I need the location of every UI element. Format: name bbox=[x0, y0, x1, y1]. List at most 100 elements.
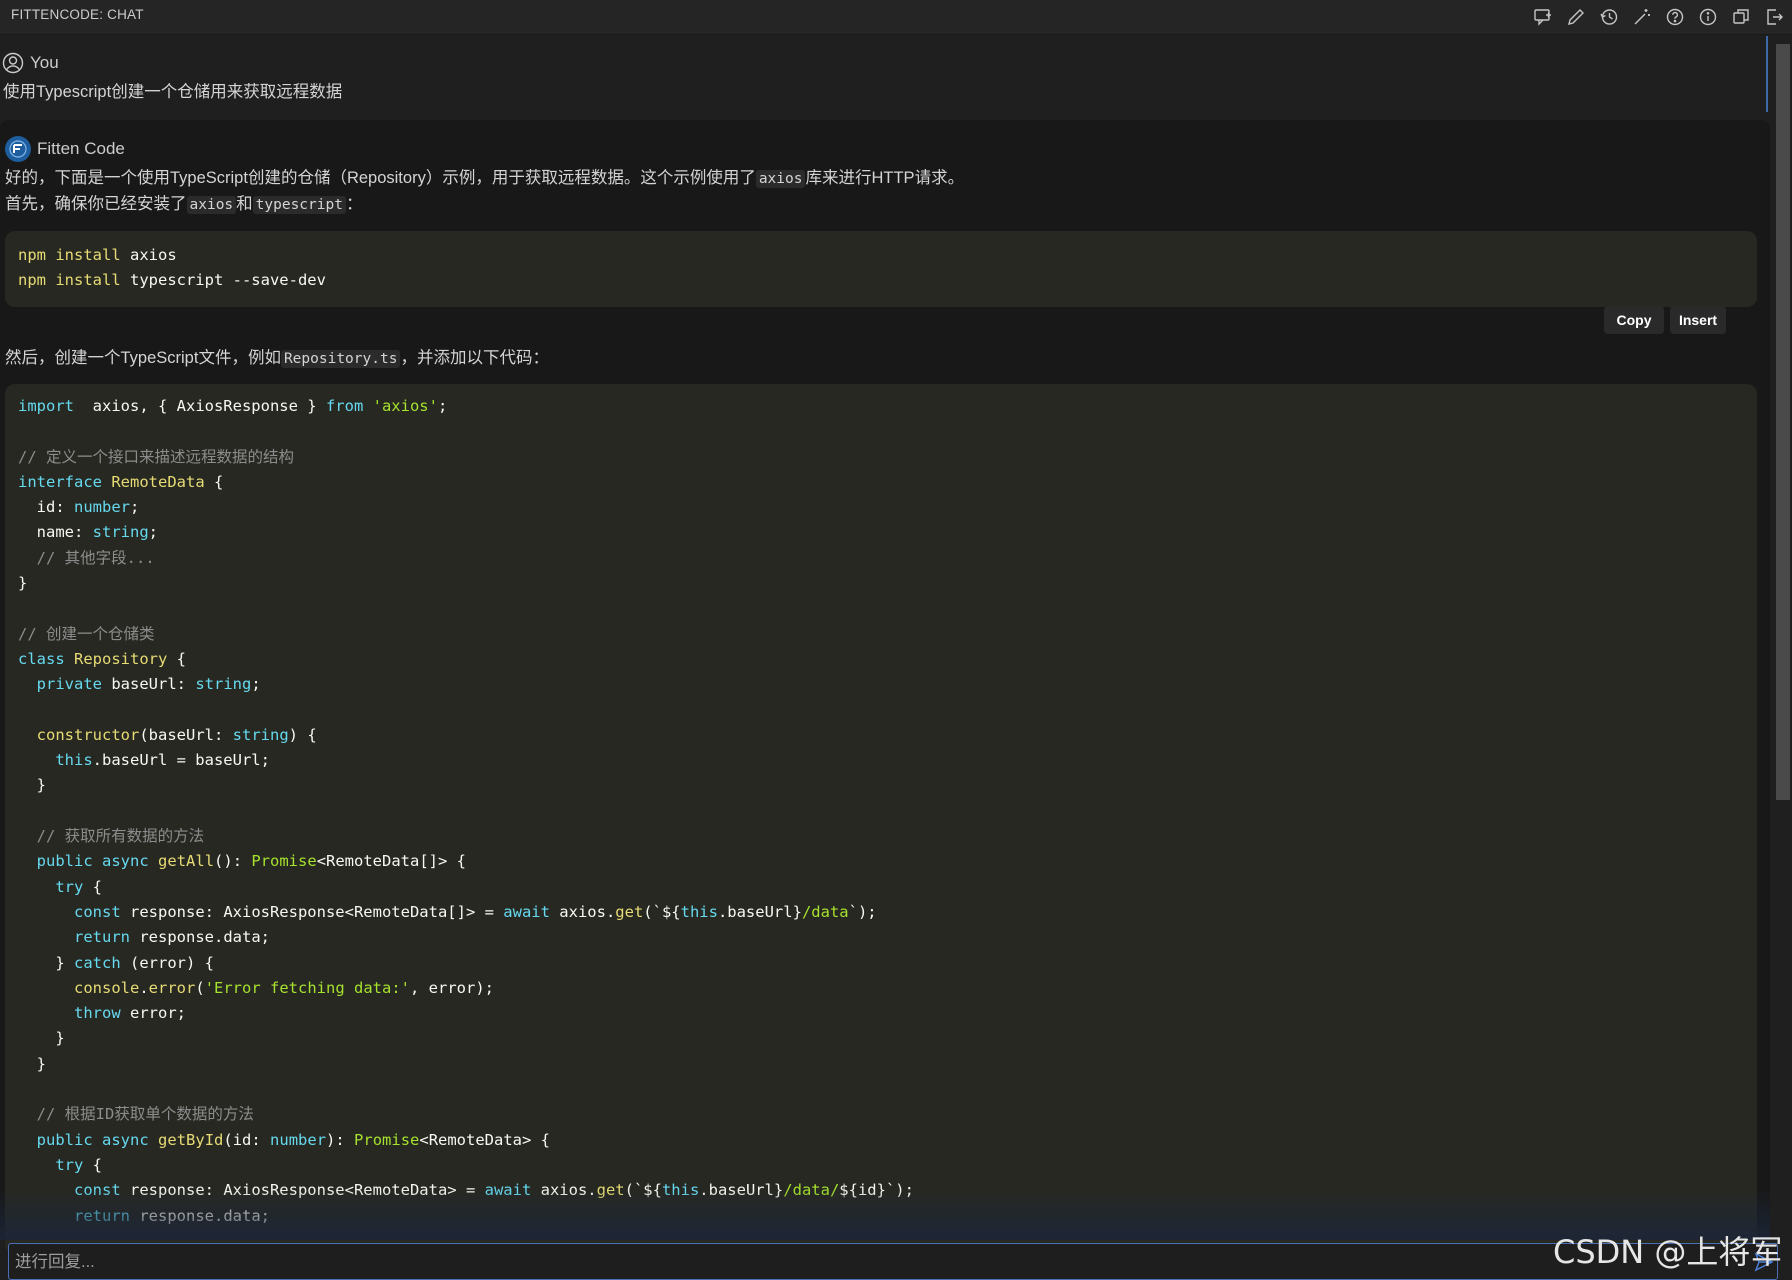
code-token: (): bbox=[214, 852, 252, 871]
code-token: response.data; bbox=[130, 928, 270, 947]
assistant-message-header: Fitten Code bbox=[5, 136, 125, 162]
paragraph-text: 然后，创建一个TypeScript文件，例如 bbox=[5, 349, 281, 367]
code-token: getById bbox=[158, 1130, 224, 1149]
code-token: public bbox=[36, 1130, 93, 1149]
code-line: } catch (error) { bbox=[5, 951, 1757, 976]
user-message-header: You bbox=[2, 52, 59, 74]
code-token: console bbox=[74, 978, 140, 997]
code-token: ; bbox=[130, 498, 140, 517]
paragraph-text: ： bbox=[345, 195, 363, 213]
code-line: try { bbox=[5, 875, 1757, 900]
code-token: axios. bbox=[549, 902, 616, 921]
new-chat-icon[interactable] bbox=[1530, 4, 1555, 29]
insert-button[interactable]: Insert bbox=[1670, 306, 1726, 334]
code-token: } bbox=[18, 953, 74, 972]
repository-code-block: import axios, { AxiosResponse } from 'ax… bbox=[5, 384, 1757, 1254]
code-token: this bbox=[55, 751, 93, 770]
code-token: try bbox=[55, 877, 84, 896]
code-token: (`${ bbox=[643, 902, 681, 921]
code-token: get bbox=[615, 902, 644, 921]
code-line: id: number; bbox=[5, 495, 1757, 520]
code-token: catch bbox=[74, 953, 121, 972]
code-token: const bbox=[74, 902, 121, 921]
paragraph-text: 和 bbox=[236, 195, 253, 213]
code-token: private bbox=[36, 675, 102, 694]
code-token: { bbox=[83, 1155, 102, 1174]
code-token: <RemoteData[]> { bbox=[316, 852, 466, 871]
code-token: .baseUrl} bbox=[717, 902, 802, 921]
vertical-scrollbar[interactable] bbox=[1776, 44, 1790, 800]
code-token: // 获取所有数据的方法 bbox=[18, 827, 205, 846]
copy-button[interactable]: Copy bbox=[1604, 306, 1664, 334]
history-icon[interactable] bbox=[1596, 4, 1621, 29]
code-token: error bbox=[148, 978, 196, 997]
inline-code: Repository.ts bbox=[280, 350, 401, 368]
code-token: interface bbox=[18, 472, 102, 491]
response-paragraph-3: 然后，创建一个TypeScript文件，例如 Repository.ts ，并添加以… bbox=[5, 344, 549, 368]
copy-window-icon[interactable] bbox=[1728, 4, 1753, 29]
code-token: ) { bbox=[288, 725, 317, 744]
paragraph-text: 库来进行HTTP请求。 bbox=[805, 169, 965, 187]
user-avatar-icon bbox=[2, 52, 24, 74]
code-line: name: string; bbox=[5, 520, 1757, 545]
help-icon[interactable] bbox=[1662, 4, 1687, 29]
code-line: // 根据ID获取单个数据的方法 bbox=[5, 1102, 1757, 1127]
code-token: ; bbox=[437, 397, 448, 415]
code-token: await bbox=[503, 902, 550, 921]
code-token: try bbox=[55, 1155, 84, 1174]
code-line: throw error; bbox=[5, 1001, 1757, 1026]
code-token: ; bbox=[251, 675, 261, 694]
code-token: number bbox=[74, 498, 130, 517]
code-line: } bbox=[5, 1052, 1757, 1077]
code-token: from bbox=[325, 397, 364, 415]
scroll-indicator bbox=[1766, 36, 1768, 112]
inline-code: axios bbox=[755, 170, 806, 188]
reply-input[interactable] bbox=[13, 1248, 1717, 1276]
code-token: this bbox=[680, 902, 718, 921]
code-token: // 定义一个接口来描述远程数据的结构 bbox=[18, 447, 294, 466]
info-icon[interactable] bbox=[1695, 4, 1720, 29]
magic-wand-icon[interactable] bbox=[1629, 4, 1654, 29]
edit-icon[interactable] bbox=[1563, 4, 1588, 29]
code-token: 'axios' bbox=[372, 397, 438, 415]
response-paragraph-1: 好的，下面是一个使用TypeScript创建的仓储（Repository）示例，… bbox=[5, 164, 964, 188]
user-name: You bbox=[30, 53, 59, 72]
code-line: public async getAll(): Promise<RemoteDat… bbox=[5, 849, 1757, 874]
code-line: interface RemoteData { bbox=[5, 470, 1757, 495]
code-line: // 定义一个接口来描述远程数据的结构 bbox=[5, 445, 1757, 470]
code-token: async bbox=[102, 1130, 149, 1149]
code-token: } bbox=[18, 1029, 65, 1048]
assistant-message: Fitten Code 好的，下面是一个使用TypeScript创建的仓储（Re… bbox=[0, 120, 1770, 1254]
logout-icon[interactable] bbox=[1761, 4, 1786, 29]
code-token: npm install bbox=[18, 246, 121, 264]
header-toolbar bbox=[1530, 4, 1786, 29]
paragraph-text: ，并添加以下代码： bbox=[400, 349, 549, 367]
code-token: typescript --save-dev bbox=[120, 271, 326, 290]
code-token: `); bbox=[848, 902, 877, 921]
code-token: getAll bbox=[158, 852, 215, 871]
fitten-logo-icon bbox=[5, 136, 31, 162]
code-token: return bbox=[74, 928, 130, 947]
code-token: string bbox=[232, 725, 289, 744]
code-token: class bbox=[18, 649, 65, 668]
user-message: You 使用Typescript创建一个仓储用来获取远程数据 bbox=[0, 36, 1766, 112]
inline-code: typescript bbox=[252, 196, 346, 214]
code-token: throw bbox=[74, 1004, 121, 1023]
code-token: Promise bbox=[251, 852, 317, 871]
code-token: axios, { AxiosResponse } bbox=[74, 397, 326, 415]
code-line: import axios, { AxiosResponse } from 'ax… bbox=[5, 394, 1757, 419]
code-token: // 创建一个仓储类 bbox=[18, 624, 155, 643]
code-line: private baseUrl: string; bbox=[5, 672, 1757, 697]
